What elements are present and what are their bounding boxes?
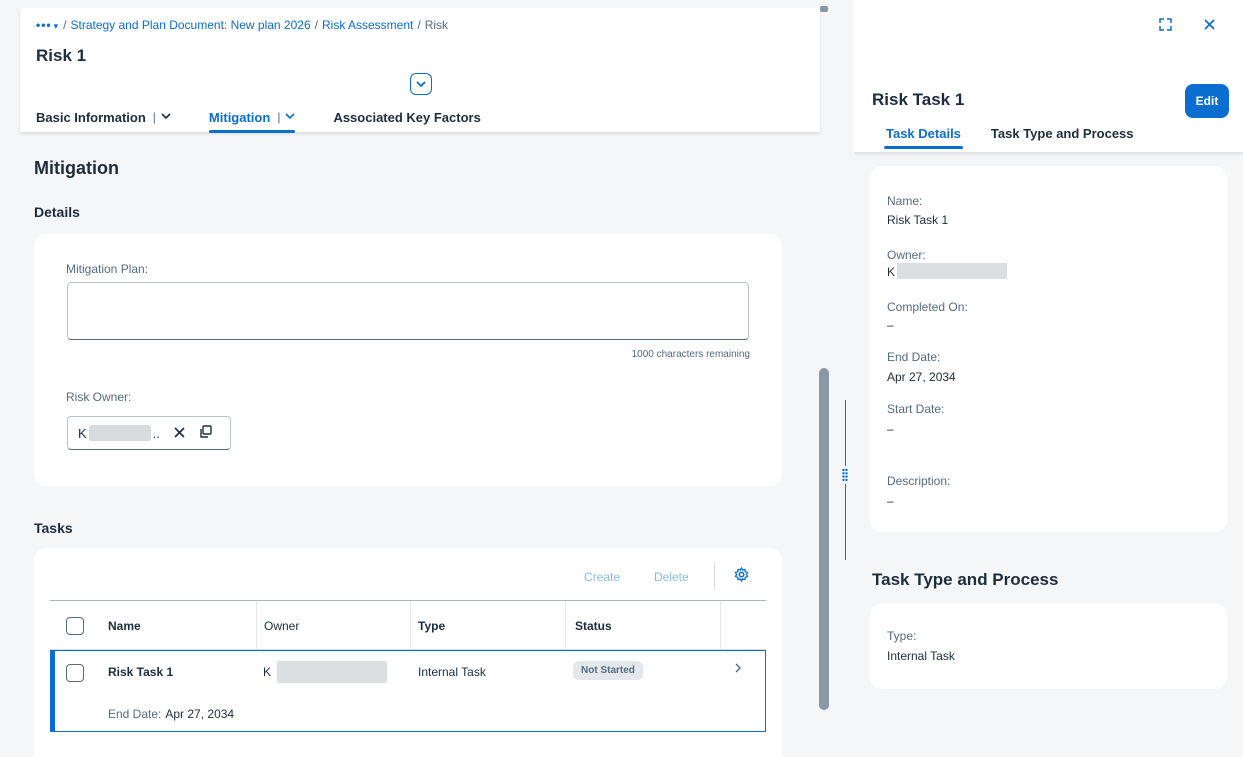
row-checkbox[interactable]	[66, 664, 84, 682]
select-all-checkbox[interactable]	[66, 601, 84, 651]
close-icon[interactable]	[1204, 18, 1215, 33]
owner-value: K	[887, 265, 896, 279]
breadcrumb: ••• ▾ / Strategy and Plan Document: New p…	[36, 18, 448, 32]
fullscreen-icon[interactable]	[1159, 18, 1172, 34]
end-date-value: Apr 27, 2034	[165, 707, 235, 721]
more-icon: •••	[36, 18, 52, 32]
tab-associated-key-factors[interactable]: Associated Key Factors	[333, 102, 480, 132]
task-details-card: Name: Risk Task 1 Owner: K Completed On:…	[870, 166, 1227, 532]
character-counter: 1000 characters remaining	[631, 349, 750, 360]
risk-owner-ellipsis: ..	[152, 425, 160, 441]
breadcrumb-separator: /	[314, 18, 318, 32]
task-type-card: Type: Internal Task	[870, 603, 1227, 689]
subsection-title-tasks: Tasks	[34, 520, 73, 536]
main-pane: ••• ▾ / Strategy and Plan Document: New p…	[0, 0, 832, 757]
breadcrumb-separator: /	[417, 18, 421, 32]
tab-mitigation[interactable]: Mitigation |	[208, 102, 296, 133]
task-name: Risk Task 1	[108, 665, 174, 679]
breadcrumb-link-risk-assessment[interactable]: Risk Assessment	[322, 18, 413, 32]
section-title-task-type-and-process: Task Type and Process	[872, 570, 1059, 589]
description-value: –	[887, 494, 894, 508]
column-header-owner[interactable]: Owner	[264, 601, 299, 651]
edit-button[interactable]: Edit	[1185, 84, 1229, 118]
tab-label: Mitigation	[208, 109, 271, 125]
section-title-mitigation: Mitigation	[34, 158, 119, 178]
chevron-right-icon[interactable]	[735, 663, 742, 673]
column-header-type[interactable]: Type	[418, 601, 445, 651]
detail-pane: Risk Task 1 Edit Task Details Task Type …	[854, 0, 1243, 757]
start-date-value: –	[887, 422, 894, 436]
close-icon[interactable]	[174, 425, 185, 441]
chevron-down-icon[interactable]	[285, 112, 296, 123]
task-end-date: End Date: Apr 27, 2034	[108, 707, 234, 721]
grip-icon[interactable]	[839, 466, 851, 484]
name-value: Risk Task 1	[887, 213, 949, 227]
chevron-down-icon: ▾	[53, 21, 60, 31]
details-card: Mitigation Plan: 1000 characters remaini…	[34, 234, 782, 486]
pane-splitter[interactable]	[832, 0, 854, 757]
task-type: Internal Task	[418, 665, 486, 679]
risk-owner-value: K	[78, 425, 87, 441]
toolbar-separator	[714, 562, 715, 590]
tab-basic-information[interactable]: Basic Information |	[36, 102, 171, 132]
tab-separator: |	[152, 110, 156, 124]
completed-on-value: –	[887, 318, 894, 332]
detail-header: Risk Task 1 Edit Task Details Task Type …	[854, 0, 1243, 152]
delete-button[interactable]: Delete	[654, 570, 689, 584]
status-badge: Not Started	[573, 661, 643, 680]
column-header-name[interactable]: Name	[108, 601, 141, 651]
breadcrumb-link-plan-document[interactable]: Strategy and Plan Document: New plan 202…	[70, 18, 310, 32]
tab-separator: |	[277, 110, 281, 124]
type-value: Internal Task	[887, 649, 955, 663]
start-date-label: Start Date:	[887, 402, 945, 416]
main-scrollbar-thumb[interactable]	[819, 368, 829, 710]
anchor-bar: Basic Information | Mitigation | Associa…	[36, 102, 519, 133]
description-label: Description:	[887, 474, 951, 488]
tab-label: Basic Information	[36, 109, 146, 125]
task-owner-initial: K	[263, 665, 272, 679]
object-page-header: ••• ▾ / Strategy and Plan Document: New p…	[20, 8, 820, 133]
table-header: Name Owner Type Status	[50, 600, 766, 651]
tasks-card: Create Delete Name Owner Type Status Ris…	[34, 548, 782, 757]
tab-task-type-and-process[interactable]: Task Type and Process	[991, 118, 1134, 148]
table-row[interactable]: Risk Task 1 K Internal Task Not Started …	[50, 650, 766, 732]
subsection-title-details: Details	[34, 204, 80, 220]
owner-label: Owner:	[887, 248, 926, 262]
type-label: Type:	[887, 629, 917, 643]
detail-title: Risk Task 1	[872, 90, 965, 109]
collapse-header-button[interactable]	[410, 73, 432, 95]
tasks-table: Name Owner Type Status Risk Task 1 K Int…	[50, 600, 766, 732]
tab-task-details[interactable]: Task Details	[884, 118, 963, 149]
risk-owner-input[interactable]: K ..	[67, 416, 231, 450]
create-button[interactable]: Create	[584, 570, 620, 584]
gear-icon[interactable]	[734, 566, 749, 586]
task-owner: K	[263, 661, 388, 683]
page-title: Risk 1	[36, 46, 87, 65]
tab-label: Associated Key Factors	[333, 109, 481, 125]
mitigation-plan-textarea[interactable]	[67, 282, 749, 340]
chevron-down-icon[interactable]	[161, 112, 171, 123]
chevron-down-icon	[416, 81, 426, 88]
column-header-status[interactable]: Status	[575, 601, 612, 651]
end-date-value: Apr 27, 2034	[887, 370, 956, 384]
end-date-label: End Date:	[887, 350, 941, 364]
scrollbar-top-arrow[interactable]	[820, 6, 828, 12]
copy-icon[interactable]	[199, 425, 212, 441]
redacted-name	[277, 661, 388, 683]
tasks-toolbar: Create Delete	[34, 562, 782, 590]
breadcrumb-current: Risk	[424, 18, 449, 32]
redacted-name	[88, 425, 151, 441]
completed-on-label: Completed On:	[887, 300, 968, 314]
redacted-name	[897, 263, 1007, 279]
mitigation-plan-label: Mitigation Plan:	[66, 262, 149, 276]
breadcrumb-separator: /	[63, 18, 67, 32]
risk-owner-label: Risk Owner:	[66, 390, 132, 404]
name-label: Name:	[887, 194, 923, 208]
end-date-label: End Date:	[108, 707, 162, 721]
breadcrumb-overflow-button[interactable]: ••• ▾	[36, 18, 59, 32]
status-badge-text: Not Started	[573, 661, 643, 680]
detail-tabs: Task Details Task Type and Process	[884, 118, 1164, 149]
